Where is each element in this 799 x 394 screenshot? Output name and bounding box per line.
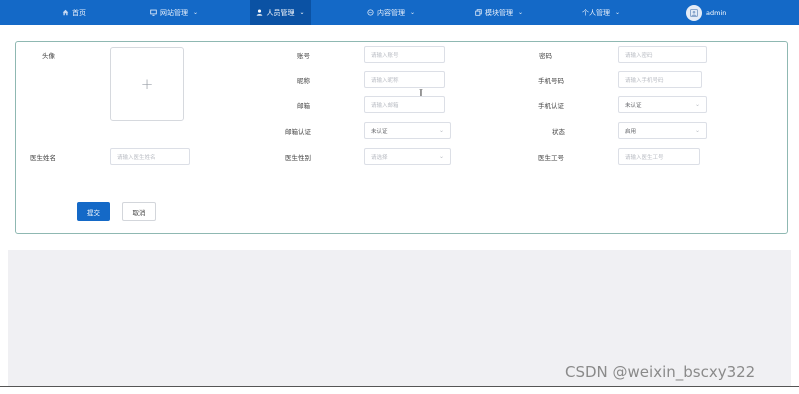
account-input[interactable]: 请输入账号 xyxy=(364,46,445,63)
nav-site-label: 网站管理 xyxy=(160,8,188,17)
plus-icon: + xyxy=(140,75,154,93)
doctor-gender-label: 医生性别 xyxy=(285,154,311,162)
app-root: 首页 网站管理 ⌄ 人员管理 ⌄ 内容管理 ⌄ 模块管理 ⌄ 个人管理 ⌄ ad… xyxy=(0,0,799,394)
doctor-name-input[interactable]: 请输入医生姓名 xyxy=(110,148,190,165)
nav-personal-management[interactable]: 个人管理 ⌄ xyxy=(582,0,620,25)
nav-site-management[interactable]: 网站管理 ⌄ xyxy=(150,0,198,25)
nav-content-management[interactable]: 内容管理 ⌄ xyxy=(367,0,415,25)
email-verify-label: 邮箱认证 xyxy=(285,128,311,136)
chevron-down-icon: ⌄ xyxy=(438,152,444,160)
phone-verify-label: 手机认证 xyxy=(538,102,564,110)
avatar-uploader[interactable]: + xyxy=(110,47,184,121)
nickname-label: 昵称 xyxy=(297,77,310,85)
nav-module-label: 模块管理 xyxy=(485,8,513,17)
status-label: 状态 xyxy=(552,128,565,136)
status-select[interactable]: 启用 ⌄ xyxy=(618,122,707,139)
bottom-divider xyxy=(0,386,799,387)
chevron-down-icon: ⌄ xyxy=(410,8,416,16)
nickname-input[interactable]: 请输入昵称 xyxy=(364,71,445,88)
password-input[interactable]: 请输入密码 xyxy=(618,46,707,63)
chevron-down-icon: ⌄ xyxy=(438,126,444,134)
user-icon xyxy=(257,9,263,16)
phone-input[interactable]: 请输入手机号码 xyxy=(618,71,702,88)
password-label: 密码 xyxy=(539,52,552,60)
doctor-gender-value: 请选择 xyxy=(371,154,388,161)
email-input[interactable]: 请输入邮箱 xyxy=(364,96,445,113)
avatar-label: 头像 xyxy=(42,52,55,60)
monitor-icon xyxy=(150,9,157,16)
top-navigation: 首页 网站管理 ⌄ 人员管理 ⌄ 内容管理 ⌄ 模块管理 ⌄ 个人管理 ⌄ ad… xyxy=(0,0,799,25)
nav-people-label: 人员管理 xyxy=(266,8,295,17)
doctor-id-input[interactable]: 请输入医生工号 xyxy=(618,148,700,165)
email-verify-value: 未认证 xyxy=(371,128,388,135)
user-name[interactable]: admin xyxy=(706,0,726,25)
nav-personal-label: 个人管理 xyxy=(582,8,610,17)
chevron-down-icon: ⌄ xyxy=(518,8,524,16)
nav-home[interactable]: 首页 xyxy=(62,0,86,25)
copy-icon xyxy=(475,9,482,16)
avatar-icon xyxy=(690,9,698,17)
phone-verify-select[interactable]: 未认证 ⌄ xyxy=(618,96,707,113)
doctor-name-label: 医生姓名 xyxy=(30,154,56,162)
chevron-down-icon: ⌄ xyxy=(694,100,700,108)
nav-content-label: 内容管理 xyxy=(377,8,405,17)
watermark: CSDN @weixin_bscxy322 xyxy=(565,363,756,381)
home-icon xyxy=(62,9,69,16)
email-verify-select[interactable]: 未认证 ⌄ xyxy=(364,122,451,139)
email-label: 邮箱 xyxy=(297,102,310,110)
chevron-down-icon: ⌄ xyxy=(299,8,305,16)
doctor-gender-select[interactable]: 请选择 ⌄ xyxy=(364,148,451,165)
user-form-card: 头像 + 账号 请输入账号 I 密码 请输入密码 昵称 请输入昵称 手机号码 请… xyxy=(15,41,788,234)
account-label: 账号 xyxy=(297,52,310,60)
status-value: 启用 xyxy=(625,128,637,135)
nav-module-management[interactable]: 模块管理 ⌄ xyxy=(475,0,523,25)
doctor-id-label: 医生工号 xyxy=(538,154,564,162)
nav-home-label: 首页 xyxy=(72,8,86,17)
nav-people-management[interactable]: 人员管理 ⌄ xyxy=(250,0,311,25)
cancel-button[interactable]: 取消 xyxy=(122,202,156,221)
submit-button[interactable]: 提交 xyxy=(77,202,110,221)
chevron-down-icon: ⌄ xyxy=(694,126,700,134)
chevron-down-icon: ⌄ xyxy=(615,8,621,16)
phone-label: 手机号码 xyxy=(538,77,564,85)
phone-verify-value: 未认证 xyxy=(625,102,642,109)
chat-icon xyxy=(367,9,374,16)
avatar[interactable] xyxy=(686,5,702,21)
chevron-down-icon: ⌄ xyxy=(193,8,199,16)
